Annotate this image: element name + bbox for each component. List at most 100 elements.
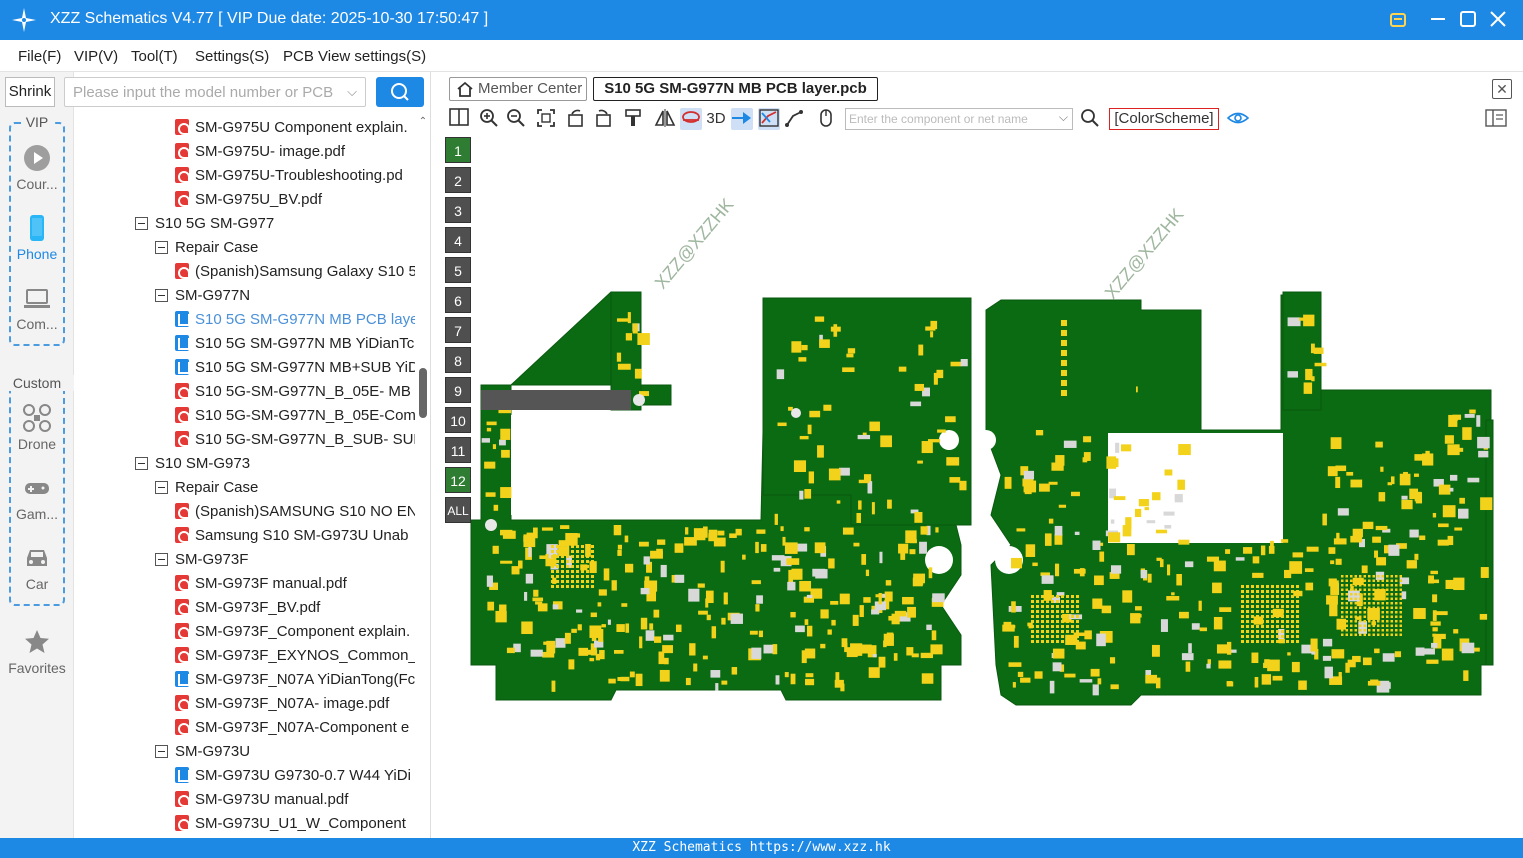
component-pad[interactable] [1051,625,1054,628]
component-pad[interactable] [625,623,630,633]
component-pad[interactable] [799,490,804,500]
component-pad[interactable] [842,367,855,373]
zoom-in-icon[interactable] [478,108,500,130]
component-pad[interactable] [506,647,515,654]
component-pad[interactable] [708,529,718,540]
component-pad[interactable] [1291,625,1294,628]
component-pad[interactable] [1051,615,1054,618]
menu-settings[interactable]: Settings(S) [195,48,269,65]
component-pad[interactable] [1372,629,1376,632]
component-pad[interactable] [561,575,564,578]
component-pad[interactable] [932,593,945,603]
component-pad[interactable] [581,580,584,583]
component-pad[interactable] [1041,630,1044,633]
component-pad[interactable] [1076,610,1079,613]
component-pad[interactable] [1076,620,1079,623]
component-pad[interactable] [1266,640,1269,643]
component-pad[interactable] [946,457,960,466]
component-pad[interactable] [1181,653,1194,661]
component-pad[interactable] [1395,624,1398,628]
component-pad[interactable] [1271,640,1274,643]
component-pad[interactable] [1354,588,1358,592]
component-pad[interactable] [1206,556,1220,562]
component-pad[interactable] [730,613,743,624]
component-pad[interactable] [844,642,848,653]
component-pad[interactable] [1368,611,1371,614]
component-pad[interactable] [928,567,933,579]
component-pad[interactable] [1061,360,1067,366]
component-pad[interactable] [1426,659,1439,664]
component-pad[interactable] [1377,588,1380,592]
component-pad[interactable] [793,460,807,473]
component-pad[interactable] [1390,584,1394,587]
component-pad[interactable] [1350,602,1353,605]
component-pad[interactable] [1051,635,1054,638]
component-pad[interactable] [784,542,798,554]
component-pad[interactable] [566,585,569,588]
component-pad[interactable] [1303,382,1313,394]
component-pad[interactable] [561,570,564,573]
component-pad[interactable] [774,513,778,525]
component-pad[interactable] [1281,635,1284,638]
tree-folder[interactable]: S10 SM-G973 [135,452,250,476]
component-pad[interactable] [1036,630,1039,633]
component-pad[interactable] [1386,593,1389,596]
component-pad[interactable] [1241,600,1244,603]
component-pad[interactable] [1296,600,1299,603]
component-pad[interactable] [1386,624,1389,628]
component-pad[interactable] [1135,606,1142,611]
component-pad[interactable] [1287,652,1291,656]
component-pad[interactable] [1345,575,1349,578]
component-pad[interactable] [1094,575,1104,586]
component-pad[interactable] [627,312,631,324]
component-pad[interactable] [576,560,579,563]
component-pad[interactable] [791,341,802,353]
tree-file[interactable]: S10 5G-SM-G977N_B_05E- MB i [175,380,415,404]
component-pad[interactable] [1261,674,1272,685]
component-pad[interactable] [1032,562,1038,567]
component-pad[interactable] [777,422,787,427]
component-pad[interactable] [1286,585,1289,588]
layer-button-6[interactable]: 6 [445,287,471,313]
component-pad[interactable] [1395,615,1398,619]
component-pad[interactable] [1066,610,1069,613]
component-pad[interactable] [581,585,584,588]
component-pad[interactable] [566,550,569,553]
component-pad[interactable] [1036,620,1039,623]
component-pad[interactable] [1073,632,1085,637]
component-pad[interactable] [698,610,708,615]
component-pad[interactable] [1286,590,1289,593]
component-pad[interactable] [616,352,622,362]
component-pad[interactable] [1051,595,1054,598]
sidebar-item-drone[interactable]: Drone [0,404,74,452]
tree-scrollbar[interactable]: ⌃ [417,116,429,838]
layer-button-7[interactable]: 7 [445,317,471,343]
component-pad[interactable] [566,570,569,573]
component-pad[interactable] [1134,508,1142,518]
component-pad[interactable] [1271,620,1274,623]
component-pad[interactable] [571,628,577,633]
component-pad[interactable] [556,565,559,568]
component-pad[interactable] [1246,640,1249,643]
collapse-toggle-icon[interactable] [155,745,168,758]
component-pad[interactable] [1074,531,1080,536]
trace-icon[interactable] [784,108,806,130]
component-pad[interactable] [1251,615,1254,618]
component-pad[interactable] [1432,594,1438,603]
minimize-icon[interactable] [1426,8,1450,32]
component-pad[interactable] [1254,676,1259,688]
component-pad[interactable] [784,672,789,678]
component-pad[interactable] [1381,629,1385,632]
menu-pcb-view-settings[interactable]: PCB View settings(S) [283,48,426,65]
component-pad[interactable] [742,554,746,560]
component-pad[interactable] [1191,623,1200,630]
sidebar-item-car[interactable]: Car [0,544,74,592]
component-pad[interactable] [1241,640,1244,643]
menu-vip[interactable]: VIP(V) [74,48,118,65]
component-pad[interactable] [1341,593,1344,596]
component-pad[interactable] [702,655,708,660]
component-pad[interactable] [1390,597,1394,601]
component-pad[interactable] [930,320,938,330]
component-pad[interactable] [1281,595,1284,598]
component-pad[interactable] [566,580,569,583]
